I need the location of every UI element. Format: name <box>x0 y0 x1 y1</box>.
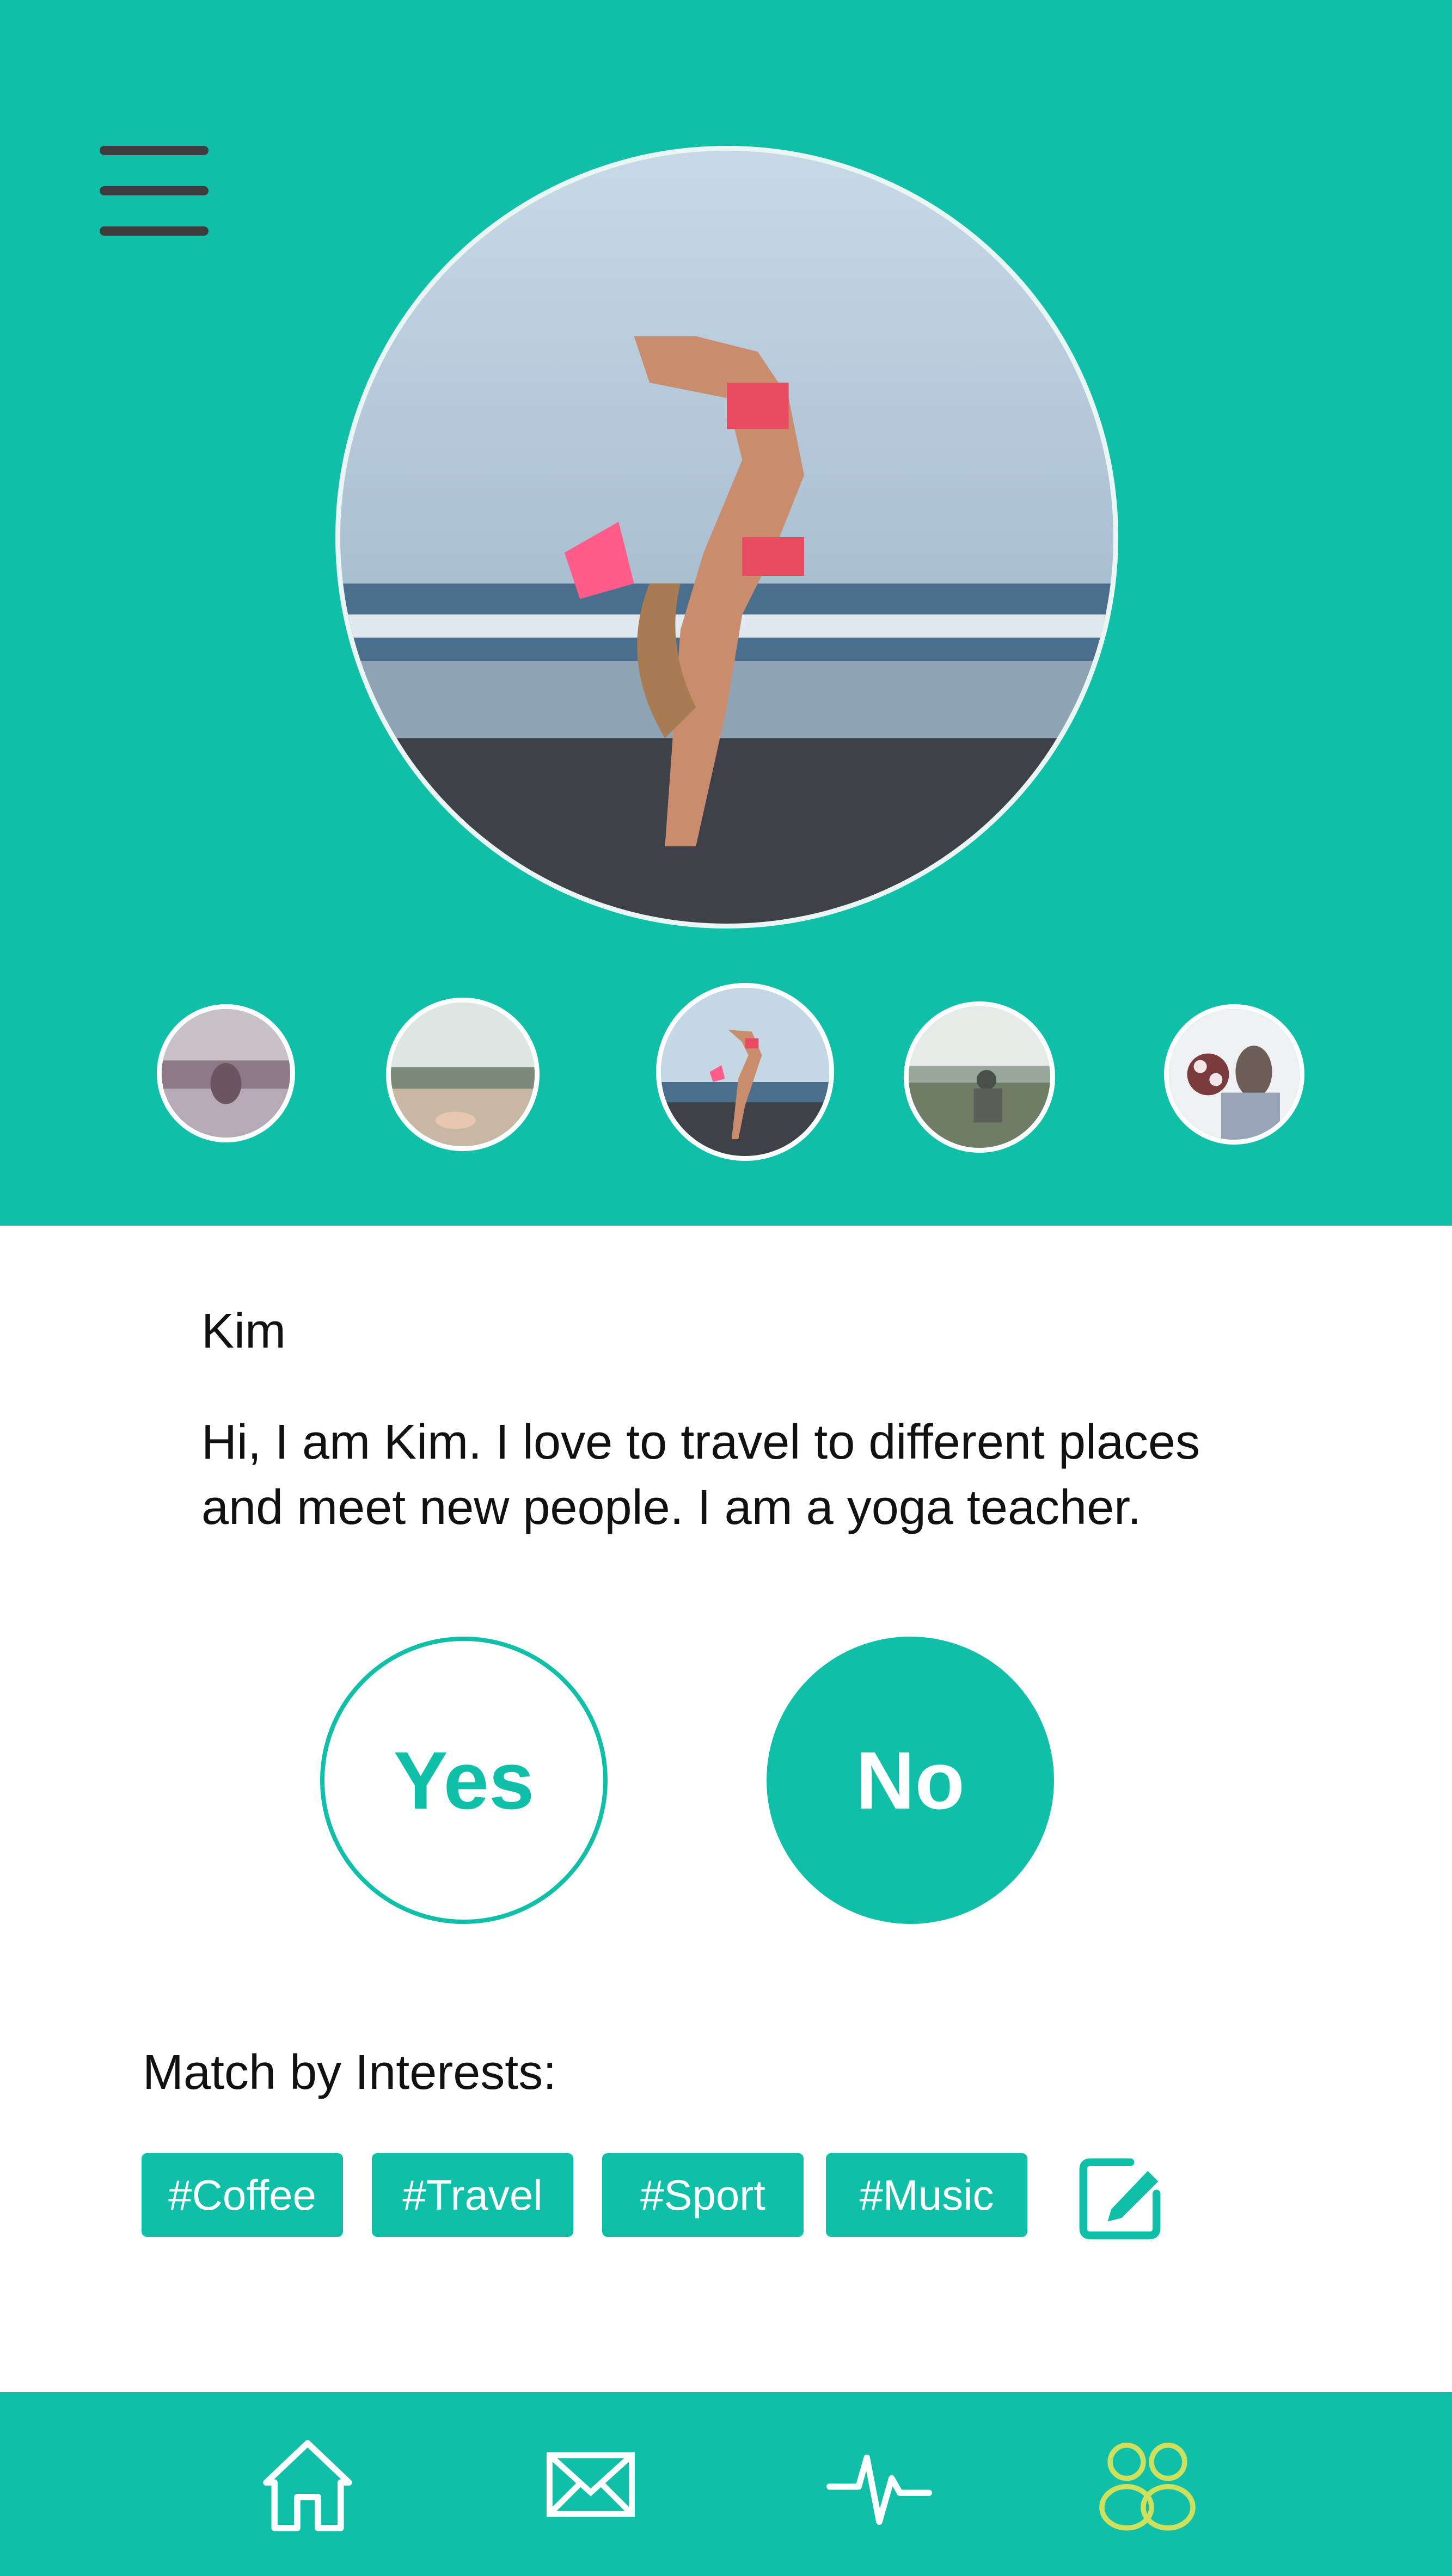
profile-header <box>0 0 1452 1226</box>
main-profile-photo <box>335 146 1118 929</box>
hamburger-menu-icon[interactable] <box>100 146 209 236</box>
thumbnail-photo-5[interactable] <box>1164 1004 1304 1145</box>
interests-label: Match by Interests: <box>143 2045 557 2100</box>
interest-tag-travel[interactable]: #Travel <box>372 2153 573 2237</box>
no-button[interactable]: No <box>767 1637 1054 1924</box>
activity-icon[interactable] <box>822 2433 936 2536</box>
thumbnail-photo-3[interactable] <box>656 983 834 1161</box>
home-icon[interactable] <box>256 2433 359 2536</box>
mail-icon[interactable] <box>542 2433 640 2536</box>
interest-tag-music[interactable]: #Music <box>826 2153 1027 2237</box>
interest-tag-sport[interactable]: #Sport <box>602 2153 804 2237</box>
thumbnail-photo-2[interactable] <box>386 998 540 1151</box>
profile-bio: Hi, I am Kim. I love to travel to differ… <box>201 1415 1200 1535</box>
people-icon[interactable] <box>1089 2433 1206 2536</box>
edit-icon[interactable] <box>1074 2155 1166 2242</box>
yes-button[interactable]: Yes <box>320 1637 608 1924</box>
thumbnail-photo-4[interactable] <box>904 1001 1055 1153</box>
thumbnail-photo-1[interactable] <box>157 1004 295 1142</box>
bottom-tab-bar <box>0 2392 1452 2576</box>
interest-tag-coffee[interactable]: #Coffee <box>142 2153 343 2237</box>
profile-name: Kim <box>201 1304 286 1358</box>
